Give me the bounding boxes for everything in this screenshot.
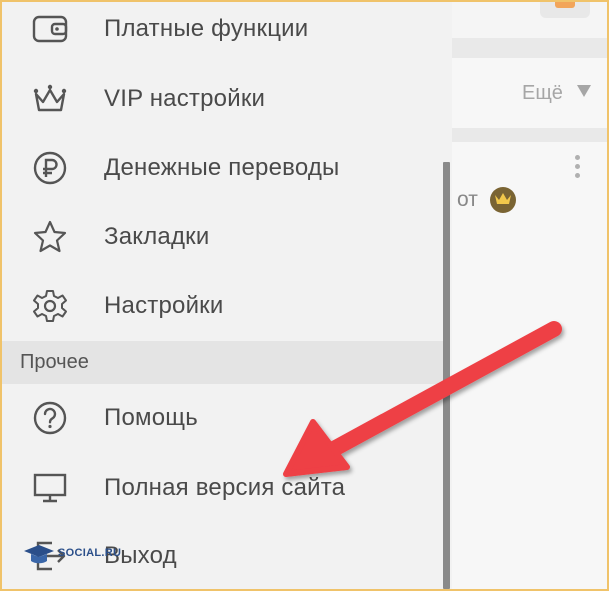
screenshot-frame: Ещё от Платные функции VIP настройки Ден…	[0, 0, 609, 591]
red-arrow-annotation	[283, 321, 562, 477]
